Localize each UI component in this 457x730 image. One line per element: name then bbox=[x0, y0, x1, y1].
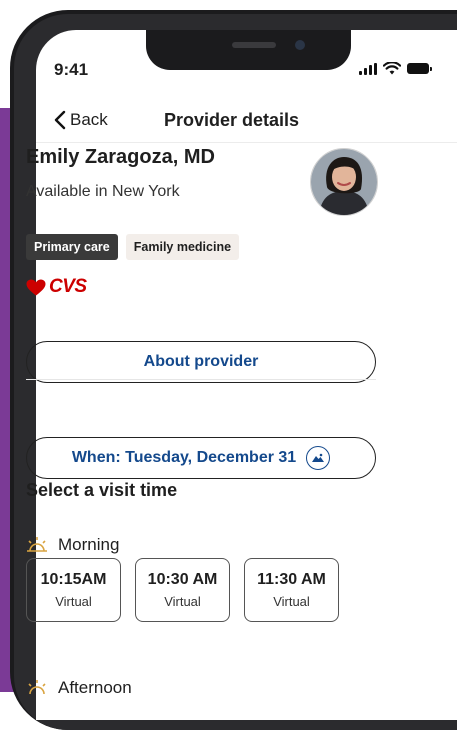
specialty-tags: Primary care Family medicine bbox=[26, 234, 240, 260]
heart-icon bbox=[26, 279, 46, 295]
slot-time: 11:30 AM bbox=[257, 571, 326, 588]
date-select-button[interactable]: When: Tuesday, December 31 bbox=[26, 437, 376, 479]
afternoon-label: Afternoon bbox=[58, 678, 132, 697]
signal-icon bbox=[359, 62, 377, 75]
back-button[interactable]: Back bbox=[54, 110, 108, 130]
time-slot[interactable]: 10:30 AM Virtual bbox=[135, 558, 230, 622]
divider bbox=[26, 379, 376, 380]
camera bbox=[295, 40, 305, 50]
status-icons bbox=[359, 62, 432, 75]
calendar-icon bbox=[306, 446, 331, 470]
provider-avatar bbox=[310, 148, 378, 216]
date-select-label: When: Tuesday, December 31 bbox=[71, 449, 297, 466]
time-slot[interactable]: 10:15AM Virtual bbox=[26, 558, 121, 622]
about-provider-button[interactable]: About provider bbox=[26, 341, 376, 383]
back-label: Back bbox=[70, 110, 108, 129]
nav-bar: Back Provider details bbox=[36, 100, 457, 143]
page-title: Provider details bbox=[164, 110, 300, 130]
morning-header: Morning bbox=[26, 535, 119, 555]
about-provider-label: About provider bbox=[143, 353, 259, 370]
slot-type: Virtual bbox=[164, 594, 201, 609]
status-time: 9:41 bbox=[54, 60, 89, 79]
battery-icon bbox=[407, 63, 432, 74]
cvs-logo: CVS bbox=[26, 276, 87, 298]
morning-label: Morning bbox=[58, 535, 120, 554]
sun-icon bbox=[27, 537, 47, 552]
slot-type: Virtual bbox=[273, 594, 310, 609]
notch bbox=[146, 30, 351, 70]
slot-type: Virtual bbox=[55, 594, 92, 609]
slot-time: 10:30 AM bbox=[147, 571, 218, 588]
afternoon-header: Afternoon bbox=[26, 678, 132, 698]
cvs-brand: CVS bbox=[49, 276, 87, 297]
time-slot[interactable]: 11:30 AM Virtual bbox=[244, 558, 339, 622]
tag-primary-care: Primary care bbox=[26, 234, 118, 260]
morning-slots: 10:15AM Virtual 10:30 AM Virtual 11:30 A… bbox=[26, 558, 339, 622]
tag-family-medicine: Family medicine bbox=[125, 234, 240, 260]
slot-time: 10:15AM bbox=[40, 571, 107, 588]
sun-icon bbox=[28, 680, 46, 695]
select-visit-title: Select a visit time bbox=[26, 480, 178, 500]
chevron-left-icon bbox=[54, 110, 66, 130]
wifi-icon bbox=[383, 62, 401, 75]
